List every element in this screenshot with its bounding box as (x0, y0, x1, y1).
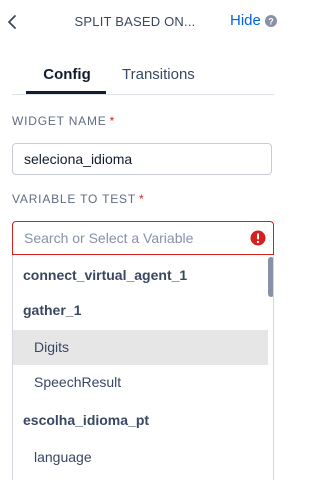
option-group-gather-1: gather_1 (23, 302, 82, 318)
option-speechresult[interactable]: SpeechResult (13, 365, 268, 400)
hide-button[interactable]: Hide ? (230, 12, 277, 29)
widget-name-label-text: WIDGET NAME (12, 114, 107, 128)
option-group-connect-virtual-agent-1: connect_virtual_agent_1 (23, 267, 188, 283)
required-mark: * (109, 114, 116, 128)
back-button[interactable] (6, 12, 20, 32)
variable-combobox (12, 221, 274, 255)
error-icon (250, 230, 266, 246)
tab-transitions-label: Transitions (122, 66, 195, 83)
variable-options-list: connect_virtual_agent_1 gather_1 Digits … (12, 255, 274, 480)
tab-config[interactable]: Config (30, 66, 104, 83)
panel-header: SPLIT BASED ON... Hide ? (0, 0, 291, 44)
tab-selected-indicator (26, 91, 106, 94)
widget-name-input[interactable] (12, 143, 272, 175)
hide-label: Hide (230, 12, 261, 29)
panel-title: SPLIT BASED ON... (74, 14, 196, 29)
variable-search-input[interactable] (13, 222, 260, 254)
tab-transitions[interactable]: Transitions (122, 66, 195, 83)
required-mark: * (138, 192, 145, 206)
dropdown-scrollbar[interactable] (268, 257, 273, 297)
option-group-escolha-idioma-pt: escolha_idioma_pt (23, 412, 150, 428)
tab-config-label: Config (43, 66, 91, 83)
option-language[interactable]: language (13, 440, 268, 475)
help-circle-icon[interactable]: ? (264, 14, 277, 27)
variable-to-test-label-text: VARIABLE TO TEST (12, 192, 136, 206)
widget-name-label: WIDGET NAME * (12, 114, 115, 128)
option-digits[interactable]: Digits (13, 330, 268, 365)
variable-to-test-label: VARIABLE TO TEST * (12, 192, 144, 206)
chevron-left-icon (8, 15, 16, 29)
tab-bar: Config Transitions (12, 56, 274, 95)
svg-text:?: ? (268, 16, 274, 26)
